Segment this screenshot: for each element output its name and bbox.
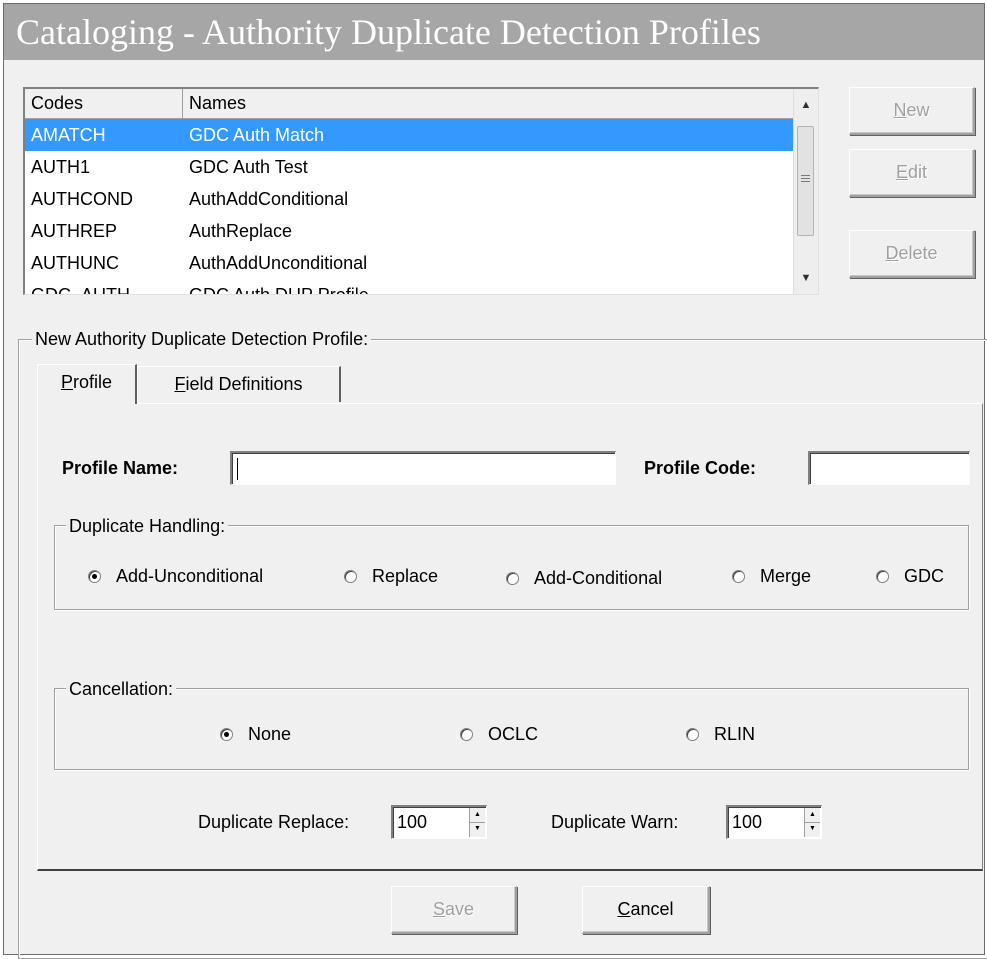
radio-unchecked-icon bbox=[460, 728, 473, 741]
dialog-window: Cataloging - Authority Duplicate Detecti… bbox=[3, 3, 987, 959]
duplicate-replace-label: Duplicate Replace: bbox=[198, 812, 350, 832]
delete-label-rest: elete bbox=[898, 243, 938, 263]
radio-none[interactable]: None bbox=[220, 724, 291, 745]
list-row[interactable]: AUTH1 GDC Auth Test bbox=[25, 151, 794, 183]
row-code: AMATCH bbox=[31, 125, 106, 145]
profile-code-label: Profile Code: bbox=[644, 458, 757, 478]
list-row[interactable]: GDC_AUTH GDC Auth DUP Profile bbox=[25, 279, 794, 295]
spinner-buttons[interactable]: ▲ ▼ bbox=[469, 808, 485, 837]
radio-label: None bbox=[248, 724, 292, 744]
radio-checked-icon bbox=[220, 728, 233, 741]
row-name: GDC Auth Test bbox=[189, 157, 308, 177]
duplicate-warn-value: 100 bbox=[732, 812, 763, 832]
radio-unchecked-icon bbox=[506, 572, 519, 585]
row-code: GDC_AUTH bbox=[31, 285, 131, 295]
radio-label: OCLC bbox=[488, 724, 539, 744]
radio-unchecked-icon bbox=[686, 728, 699, 741]
cancel-button[interactable]: Cancel bbox=[582, 886, 710, 934]
scroll-down-arrow-icon[interactable]: ▼ bbox=[794, 265, 818, 291]
spin-up-icon[interactable]: ▲ bbox=[470, 808, 485, 823]
tab-profile-mnemonic: P bbox=[60, 372, 73, 392]
radio-unchecked-icon bbox=[732, 570, 745, 583]
spinner-buttons[interactable]: ▲ ▼ bbox=[804, 808, 820, 837]
radio-label: Add-Unconditional bbox=[116, 566, 264, 586]
radio-replace[interactable]: Replace bbox=[344, 566, 438, 587]
radio-rlin[interactable]: RLIN bbox=[686, 724, 755, 745]
duplicate-replace-spinner[interactable]: 100 ▲ ▼ bbox=[391, 805, 487, 839]
radio-label: GDC bbox=[904, 566, 944, 586]
row-name: GDC Auth DUP Profile bbox=[189, 285, 369, 295]
list-row[interactable]: AUTHREP AuthReplace bbox=[25, 215, 794, 247]
tab-field-definitions-label: ield Definitions bbox=[185, 374, 303, 394]
duplicate-handling-title: Duplicate Handling: bbox=[66, 515, 229, 537]
spin-up-icon[interactable]: ▲ bbox=[805, 808, 820, 823]
duplicate-replace-value: 100 bbox=[397, 812, 428, 832]
radio-label: Add-Conditional bbox=[534, 568, 663, 588]
profile-name-label: Profile Name: bbox=[62, 458, 179, 478]
radio-oclc[interactable]: OCLC bbox=[460, 724, 538, 745]
row-code: AUTH1 bbox=[31, 157, 91, 177]
save-button[interactable]: Save bbox=[391, 886, 517, 934]
spin-down-icon[interactable]: ▼ bbox=[805, 822, 820, 836]
cancel-label-rest: ancel bbox=[630, 899, 674, 919]
grip-icon bbox=[801, 175, 810, 182]
radio-add-unconditional[interactable]: Add-Unconditional bbox=[88, 566, 263, 587]
list-row[interactable]: AUTHCOND AuthAddConditional bbox=[25, 183, 794, 215]
radio-merge[interactable]: Merge bbox=[732, 566, 811, 587]
cancel-mnemonic: C bbox=[617, 899, 631, 919]
list-row[interactable]: AMATCH GDC Auth Match bbox=[25, 119, 794, 151]
radio-unchecked-icon bbox=[876, 570, 889, 583]
row-name: AuthAddConditional bbox=[189, 189, 349, 209]
profile-name-input[interactable] bbox=[230, 451, 616, 485]
radio-gdc[interactable]: GDC bbox=[876, 566, 944, 587]
row-name: AuthReplace bbox=[189, 221, 293, 241]
column-header-names[interactable]: Names bbox=[183, 89, 794, 119]
row-name: GDC Auth Match bbox=[189, 125, 325, 145]
radio-label: RLIN bbox=[714, 724, 756, 744]
radio-add-conditional[interactable]: Add-Conditional bbox=[506, 568, 662, 589]
profile-code-input[interactable] bbox=[808, 451, 970, 485]
spin-down-icon[interactable]: ▼ bbox=[470, 822, 485, 836]
scroll-up-arrow-icon[interactable]: ▲ bbox=[794, 92, 818, 118]
edit-label-rest: dit bbox=[908, 162, 928, 182]
new-button[interactable]: New bbox=[849, 87, 975, 135]
row-code: AUTHCOND bbox=[31, 189, 133, 209]
list-header: Codes Names bbox=[25, 89, 794, 119]
tab-profile[interactable]: Profile bbox=[37, 364, 137, 404]
cancellation-title: Cancellation: bbox=[66, 678, 177, 700]
scrollbar-thumb[interactable] bbox=[797, 126, 814, 236]
new-profile-group-title: New Authority Duplicate Detection Profil… bbox=[32, 328, 372, 350]
duplicate-warn-label: Duplicate Warn: bbox=[551, 812, 679, 832]
radio-unchecked-icon bbox=[344, 570, 357, 583]
row-code: AUTHREP bbox=[31, 221, 118, 241]
tab-profile-label: rofile bbox=[73, 372, 113, 392]
column-header-codes[interactable]: Codes bbox=[25, 89, 183, 119]
radio-label: Replace bbox=[372, 566, 439, 586]
edit-button[interactable]: Edit bbox=[849, 149, 975, 197]
edit-mnemonic: E bbox=[895, 162, 908, 182]
list-row[interactable]: AUTHUNC AuthAddUnconditional bbox=[25, 247, 794, 279]
radio-checked-icon bbox=[88, 570, 101, 583]
new-label-rest: ew bbox=[906, 100, 930, 120]
tab-field-definitions[interactable]: Field Definitions bbox=[137, 366, 341, 402]
delete-mnemonic: D bbox=[885, 243, 899, 263]
save-label-rest: ave bbox=[444, 899, 475, 919]
delete-button[interactable]: Delete bbox=[849, 230, 975, 278]
window-title: Cataloging - Authority Duplicate Detecti… bbox=[4, 4, 984, 60]
row-code: AUTHUNC bbox=[31, 253, 119, 273]
row-name: AuthAddUnconditional bbox=[189, 253, 368, 273]
tab-field-definitions-mnemonic: F bbox=[174, 374, 186, 394]
save-mnemonic: S bbox=[432, 899, 445, 919]
new-mnemonic: N bbox=[893, 100, 907, 120]
duplicate-warn-spinner[interactable]: 100 ▲ ▼ bbox=[726, 805, 822, 839]
profiles-list[interactable]: Codes Names AMATCH GDC Auth Match AUTH1 … bbox=[23, 87, 819, 295]
list-scrollbar[interactable]: ▲ ▼ bbox=[793, 89, 818, 294]
radio-label: Merge bbox=[760, 566, 812, 586]
text-caret bbox=[237, 458, 238, 480]
